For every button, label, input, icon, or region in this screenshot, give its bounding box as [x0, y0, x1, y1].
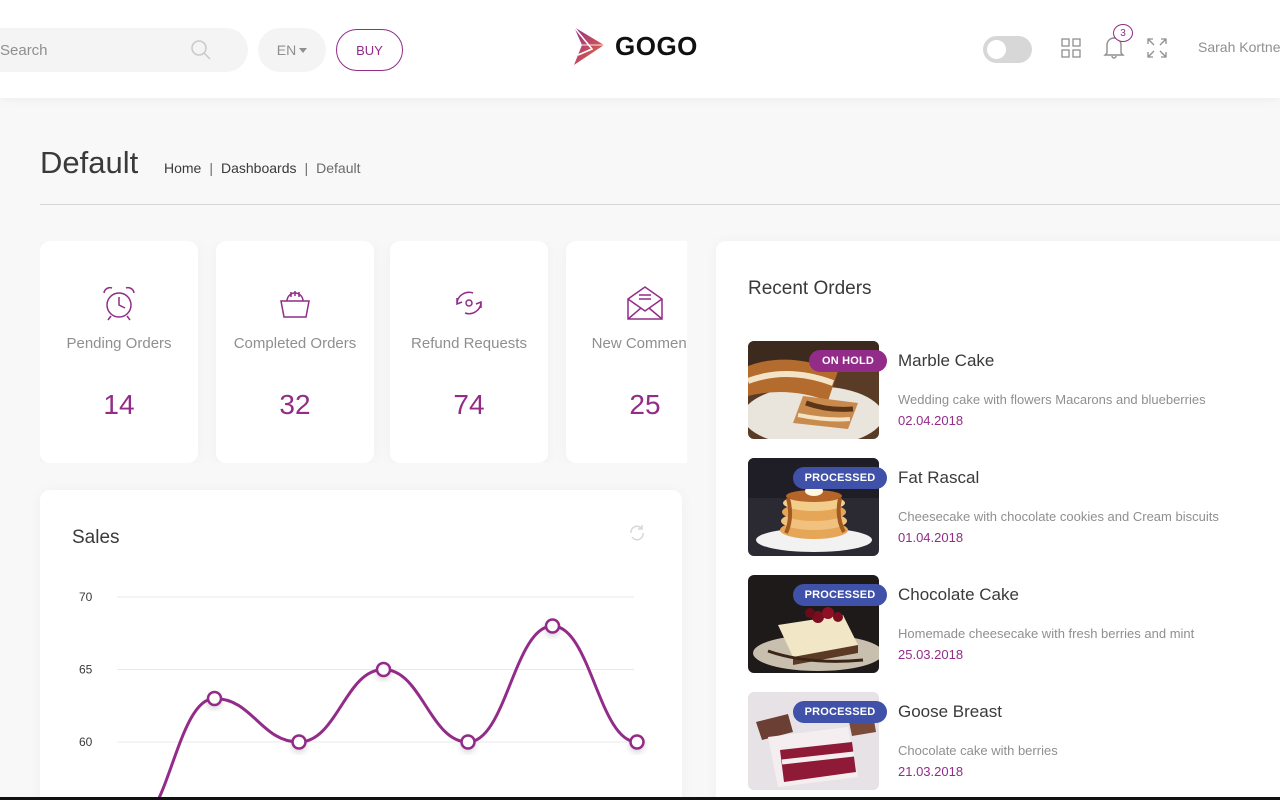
order-name[interactable]: Marble Cake	[898, 351, 994, 371]
order-date: 21.03.2018	[898, 764, 964, 779]
order-date: 01.04.2018	[898, 530, 964, 545]
breadcrumb: Home | Dashboards | Default	[164, 160, 361, 176]
stats-carousel: Pending Orders 14 Completed Orders 32 Re…	[40, 241, 687, 463]
order-item[interactable]: ON HOLD Marble Cake Wedding cake with fl…	[748, 341, 1280, 439]
breadcrumb-separator: |	[209, 160, 213, 176]
order-item[interactable]: PROCESSED Chocolate Cake Homemade cheese…	[748, 575, 1280, 673]
fullscreen-icon[interactable]	[1147, 38, 1167, 58]
breadcrumb-separator: |	[304, 160, 309, 176]
stat-card-pending-orders[interactable]: Pending Orders 14	[40, 241, 198, 463]
breadcrumb-dashboards[interactable]: Dashboards	[221, 160, 297, 176]
sales-line-chart: 60 65 70	[79, 590, 645, 800]
stat-label: Completed Orders	[233, 335, 357, 352]
toggle-knob	[987, 40, 1006, 59]
sales-series-line	[156, 624, 638, 800]
stat-value: 14	[103, 389, 135, 420]
order-name[interactable]: Fat Rascal	[898, 468, 979, 488]
order-description: Chocolate cake with berries	[898, 743, 1058, 758]
stat-value: 74	[453, 389, 485, 420]
buy-button[interactable]: BUY	[336, 29, 403, 71]
page-title: Default	[40, 145, 139, 180]
status-badge: PROCESSED	[793, 467, 887, 489]
chart-data-point[interactable]	[291, 734, 307, 750]
order-item[interactable]: PROCESSED Fat Rascal Cheesecake with cho…	[748, 458, 1280, 556]
search-box	[0, 28, 248, 72]
chart-data-point[interactable]	[544, 618, 561, 634]
alarm-clock-icon	[103, 286, 135, 321]
notification-badge: 3	[1113, 24, 1133, 42]
sales-card: Sales 60 65 70	[40, 490, 682, 800]
apps-grid-icon[interactable]	[1061, 38, 1081, 58]
recent-orders-card: Recent Orders ON HOLD Marble Cake Weddin…	[716, 241, 1280, 800]
status-badge: PROCESSED	[793, 701, 887, 723]
search-input[interactable]	[0, 28, 190, 72]
order-description: Homemade cheesecake with fresh berries a…	[898, 626, 1195, 641]
refund-arrows-icon	[456, 291, 482, 315]
breadcrumb-home[interactable]: Home	[164, 160, 201, 176]
chart-data-point[interactable]	[206, 690, 223, 707]
chart-ytick-label: 70	[79, 590, 93, 604]
chart-ytick-label: 65	[79, 663, 93, 677]
mail-icon	[627, 286, 663, 320]
stat-card-new-comments[interactable]: New Comments 25	[566, 241, 687, 463]
chevron-down-icon	[299, 48, 308, 53]
order-item[interactable]: PROCESSED Goose Breast Chocolate cake wi…	[748, 692, 1280, 790]
status-badge: ON HOLD	[809, 350, 887, 372]
stat-value: 32	[279, 389, 311, 420]
order-description: Wedding cake with flowers Macarons and b…	[898, 392, 1206, 407]
logo-mark-icon	[573, 26, 604, 65]
recent-orders-title: Recent Orders	[748, 278, 872, 299]
language-label: EN	[276, 42, 297, 58]
order-date: 25.03.2018	[898, 647, 964, 662]
basket-icon	[280, 291, 310, 318]
theme-toggle[interactable]	[983, 36, 1032, 63]
order-date: 02.04.2018	[898, 413, 964, 428]
order-name[interactable]: Chocolate Cake	[898, 585, 1019, 605]
chart-data-point[interactable]	[460, 734, 476, 750]
stat-label: Pending Orders	[66, 335, 172, 352]
stat-value: 25	[629, 389, 661, 420]
stat-card-completed-orders[interactable]: Completed Orders 32	[216, 241, 374, 463]
stat-card-refund-requests[interactable]: Refund Requests 74	[390, 241, 548, 463]
order-description: Cheesecake with chocolate cookies and Cr…	[898, 509, 1219, 524]
top-navbar: EN BUY GOGO 3	[0, 0, 1280, 98]
language-dropdown[interactable]: EN	[258, 28, 326, 72]
chart-ytick-label: 60	[79, 735, 93, 749]
header-divider	[40, 204, 1280, 205]
user-menu[interactable]: Sarah Kortney	[1198, 39, 1280, 55]
search-icon[interactable]	[190, 39, 212, 61]
stat-label: Refund Requests	[411, 335, 527, 352]
status-badge: PROCESSED	[793, 584, 887, 606]
logo[interactable]: GOGO	[570, 25, 698, 67]
order-name[interactable]: Goose Breast	[898, 702, 1002, 722]
logo-text: GOGO	[615, 30, 698, 61]
chart-data-point[interactable]	[629, 734, 645, 750]
chart-data-point[interactable]	[375, 661, 392, 678]
stat-label: New Comments	[591, 335, 687, 352]
breadcrumb-current: Default	[316, 160, 361, 176]
